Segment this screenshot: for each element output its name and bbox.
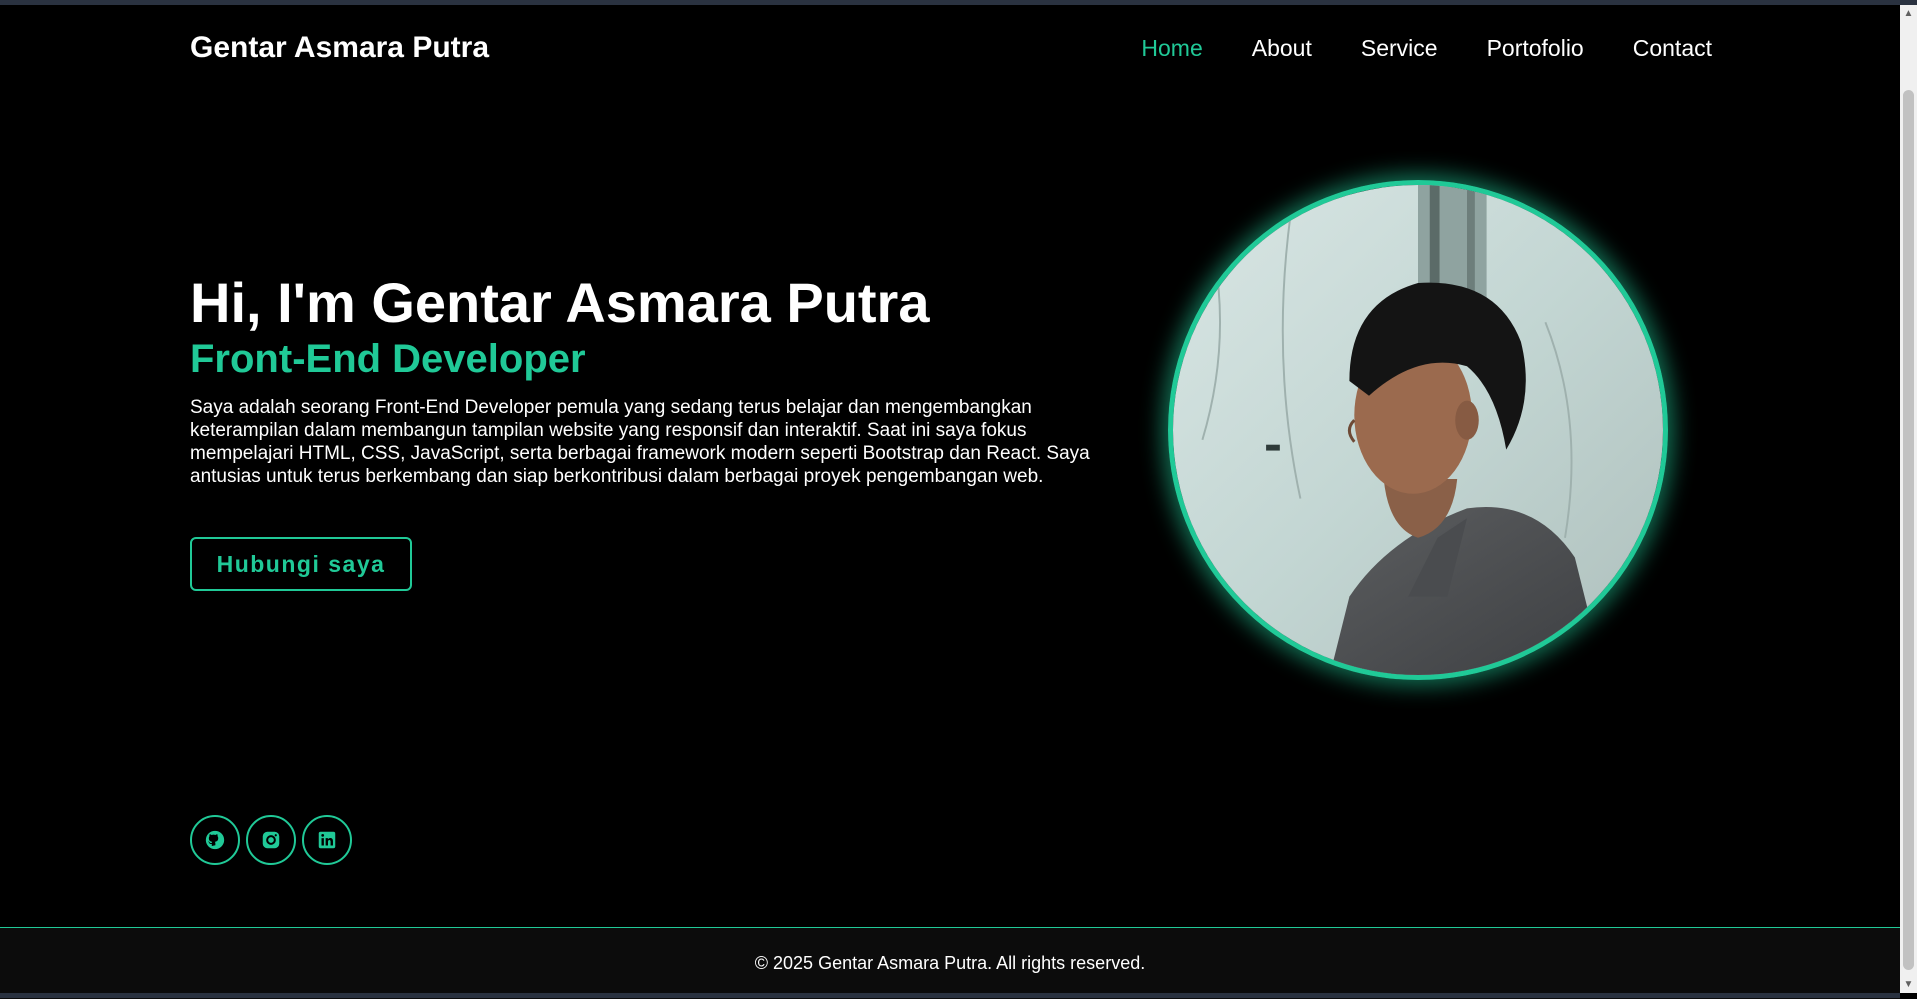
nav-about[interactable]: About bbox=[1252, 35, 1312, 62]
scroll-down-arrow-icon[interactable]: ▼ bbox=[1900, 976, 1917, 993]
instagram-link[interactable] bbox=[246, 815, 296, 865]
main-nav: Home About Service Portofolio Contact bbox=[1141, 35, 1712, 62]
social-links bbox=[190, 815, 352, 865]
nav-portofolio[interactable]: Portofolio bbox=[1487, 35, 1584, 62]
site-footer: © 2025 Gentar Asmara Putra. All rights r… bbox=[0, 927, 1900, 999]
linkedin-link[interactable] bbox=[302, 815, 352, 865]
instagram-icon bbox=[262, 831, 280, 849]
nav-home[interactable]: Home bbox=[1141, 35, 1202, 62]
contact-me-button[interactable]: Hubungi saya bbox=[190, 537, 412, 591]
hero-subtitle: Front-End Developer bbox=[190, 337, 586, 381]
github-icon bbox=[205, 830, 225, 850]
hero-description: Saya adalah seorang Front-End Developer … bbox=[190, 397, 1090, 487]
scroll-up-arrow-icon[interactable]: ▲ bbox=[1900, 5, 1917, 22]
vertical-scrollbar[interactable]: ▲ ▼ bbox=[1900, 5, 1917, 993]
profile-photo bbox=[1168, 180, 1668, 680]
github-link[interactable] bbox=[190, 815, 240, 865]
hero-title: Hi, I'm Gentar Asmara Putra bbox=[190, 271, 930, 334]
footer-copyright: © 2025 Gentar Asmara Putra. All rights r… bbox=[754, 953, 1146, 973]
page: Gentar Asmara Putra Home About Service P… bbox=[0, 5, 1900, 999]
nav-contact[interactable]: Contact bbox=[1633, 35, 1712, 62]
window-bottom-border bbox=[0, 993, 1900, 998]
site-brand[interactable]: Gentar Asmara Putra bbox=[190, 31, 489, 65]
profile-photo-image bbox=[1173, 185, 1663, 675]
scrollbar-thumb[interactable] bbox=[1903, 90, 1914, 970]
nav-service[interactable]: Service bbox=[1361, 35, 1438, 62]
linkedin-icon bbox=[318, 831, 336, 849]
